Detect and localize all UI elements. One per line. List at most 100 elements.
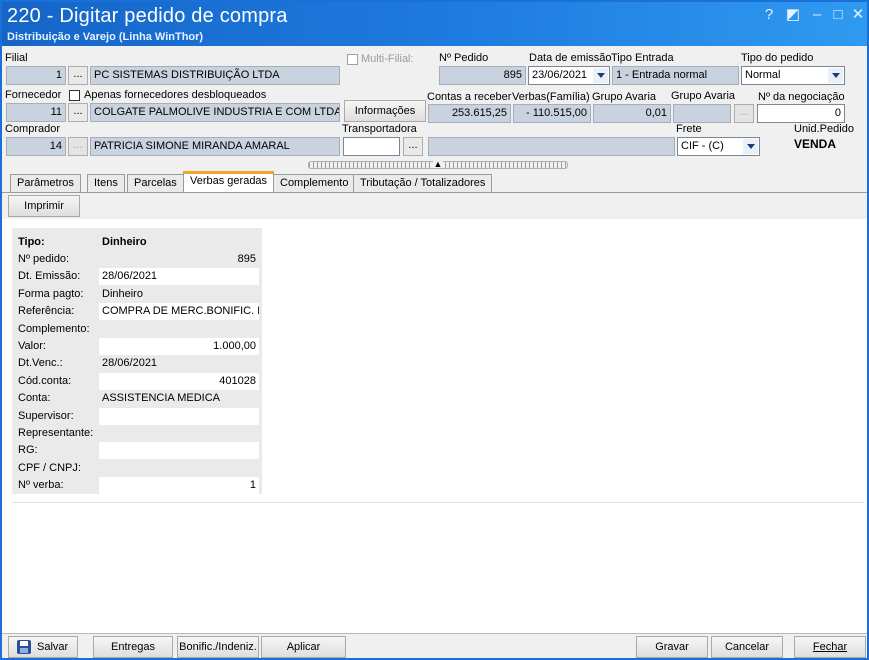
grid-row: Nº verba: 1: [14, 477, 259, 495]
filial-name-field: PC SISTEMAS DISTRIBUIÇÃO LTDA: [90, 66, 340, 85]
negociacao-label: Nº da negociação: [758, 91, 845, 103]
grid-row: Cód.conta: 401028: [14, 372, 259, 390]
data-emissao-field[interactable]: 23/06/2021: [528, 66, 610, 85]
transportadora-search-button[interactable]: ...: [403, 137, 423, 156]
comprador-search-button[interactable]: ...: [68, 137, 88, 156]
grid-row: Valor: 1.000,00: [14, 338, 259, 355]
fechar-button[interactable]: Fechar: [794, 636, 866, 658]
grid-header-row: Tipo: Dinheiro: [14, 234, 259, 251]
save-icon: [17, 640, 31, 654]
close-icon[interactable]: ✕: [848, 6, 867, 24]
frete-label: Frete: [676, 123, 702, 135]
grid-row-value: Dinheiro: [99, 285, 259, 303]
pedido-field: 895: [439, 66, 526, 85]
window-subtitle: Distribuição e Varejo (Linha WinThor): [7, 31, 204, 43]
bonific-indeniz-button[interactable]: Bonific./Indeniz.: [177, 636, 259, 658]
grid-row-label: Nº pedido:: [18, 253, 70, 265]
window-title: 220 - Digitar pedido de compra: [7, 5, 288, 27]
grid-row-value: 401028: [99, 372, 259, 390]
salvar-label: Salvar: [37, 641, 69, 653]
negociacao-field[interactable]: 0: [757, 104, 845, 123]
comprador-label: Comprador: [5, 123, 61, 135]
tab-parametros[interactable]: Parâmetros: [10, 174, 81, 192]
unid-pedido-label: Unid.Pedido: [794, 123, 854, 135]
verba-grid: Tipo: Dinheiro Nº pedido: 895 Dt. Emissão:…: [12, 228, 262, 495]
grid-row-value: 1.000,00: [99, 338, 259, 355]
grid-row-value: [99, 425, 259, 442]
entregas-button[interactable]: Entregas: [93, 636, 173, 658]
contas-receber-field: 253.615,25: [428, 104, 511, 123]
grid-row: CPF / CNPJ:: [14, 459, 259, 477]
multi-filial-checkbox[interactable]: [347, 54, 358, 65]
comprador-code-field[interactable]: 14: [6, 137, 66, 156]
minimize-icon[interactable]: –: [807, 6, 827, 24]
informacoes-button[interactable]: Informações: [344, 100, 426, 122]
gravar-button[interactable]: Gravar: [636, 636, 708, 658]
grupo-avaria-2-label: Grupo Avaria: [671, 90, 736, 102]
tipo-entrada-label: Tipo Entrada: [611, 52, 674, 64]
collapse-splitter[interactable]: ▲: [308, 160, 568, 169]
grupo-avaria-1-field: 0,01: [593, 104, 671, 123]
fornecedor-name-field: COLGATE PALMOLIVE INDUSTRIA E COM LTDA: [90, 103, 340, 122]
grid-row: Dt.Venc.: 28/06/2021: [14, 355, 259, 373]
tab-toolbar: [2, 193, 867, 219]
grid-row-value: COMPRA DE MERC.BONIFIC. Nº: [99, 303, 259, 321]
grid-row-value: [99, 407, 259, 425]
tab-parcelas[interactable]: Parcelas: [127, 174, 184, 192]
tab-verbas-geradas[interactable]: Verbas geradas: [183, 171, 275, 192]
footer-divider: [2, 633, 867, 634]
tipo-label: Tipo:: [18, 236, 45, 248]
tab-complemento[interactable]: Complemento: [273, 174, 356, 192]
pedido-label: Nº Pedido: [439, 52, 489, 64]
grid-row-label: Dt.Venc.:: [18, 357, 63, 370]
chevron-down-icon[interactable]: [828, 68, 843, 83]
grid-row: RG:: [14, 442, 259, 460]
filial-search-button[interactable]: ...: [68, 66, 88, 85]
grid-row: Supervisor:: [14, 407, 259, 425]
transportadora-name-field: [428, 137, 675, 156]
grid-row: Nº pedido: 895: [14, 251, 259, 268]
grid-row-value: ASSISTENCIA MEDICA: [99, 390, 259, 408]
grid-row: Complemento:: [14, 320, 259, 338]
apenas-desbloqueados-checkbox[interactable]: [69, 90, 80, 101]
chevron-down-icon[interactable]: [743, 139, 758, 154]
chevron-down-icon[interactable]: [593, 68, 608, 83]
multi-filial-label: Multi-Filial:: [361, 53, 414, 65]
salvar-button[interactable]: Salvar: [8, 636, 78, 658]
chevron-up-icon[interactable]: ▲: [433, 160, 443, 169]
grid-row-label: Nº verba:: [18, 479, 64, 492]
tipo-pedido-label: Tipo do pedido: [741, 52, 814, 64]
apenas-desbloqueados-label: Apenas fornecedores desbloqueados: [84, 89, 267, 101]
filial-label: Filial: [5, 52, 28, 64]
help-icon[interactable]: ?: [759, 6, 779, 24]
tab-itens[interactable]: Itens: [87, 174, 125, 192]
verbas-familia-label: Verbas(Família): [512, 91, 590, 103]
tipo-pedido-select[interactable]: Normal: [741, 66, 845, 85]
grupo-avaria-search-button[interactable]: ...: [734, 104, 754, 123]
transportadora-code-field[interactable]: [343, 137, 400, 156]
grid-row-value: 1: [99, 477, 259, 495]
grid-row-label: Referência:: [18, 305, 75, 318]
grid-row-label: RG:: [18, 444, 38, 457]
frete-value: CIF - (C): [681, 140, 724, 152]
comprador-name-field: PATRICIA SIMONE MIRANDA AMARAL: [90, 137, 340, 156]
contas-receber-label: Contas a receber: [427, 91, 512, 103]
grupo-avaria-2-field: [673, 104, 731, 123]
restore-icon[interactable]: ◩: [783, 6, 803, 24]
data-emissao-value: 23/06/2021: [532, 69, 588, 81]
maximize-icon[interactable]: □: [828, 6, 848, 24]
fornecedor-code-field[interactable]: 11: [6, 103, 66, 122]
grid-row: Dt. Emissão: 28/06/2021: [14, 268, 259, 286]
grid-row-label: Dt. Emissão:: [18, 270, 81, 283]
aplicar-button[interactable]: Aplicar: [261, 636, 346, 658]
cancelar-button[interactable]: Cancelar: [711, 636, 783, 658]
grid-row-label: Valor:: [18, 340, 46, 352]
fornecedor-search-button[interactable]: ...: [68, 103, 88, 122]
grid-row-label: Supervisor:: [18, 409, 74, 422]
imprimir-button[interactable]: Imprimir: [8, 195, 80, 217]
filial-code-field[interactable]: 1: [6, 66, 66, 85]
fornecedor-label: Fornecedor: [5, 89, 62, 101]
tab-tributacao-totalizadores[interactable]: Tributação / Totalizadores: [353, 174, 493, 192]
grid-row-label: CPF / CNPJ:: [18, 461, 81, 474]
frete-select[interactable]: CIF - (C): [677, 137, 760, 156]
